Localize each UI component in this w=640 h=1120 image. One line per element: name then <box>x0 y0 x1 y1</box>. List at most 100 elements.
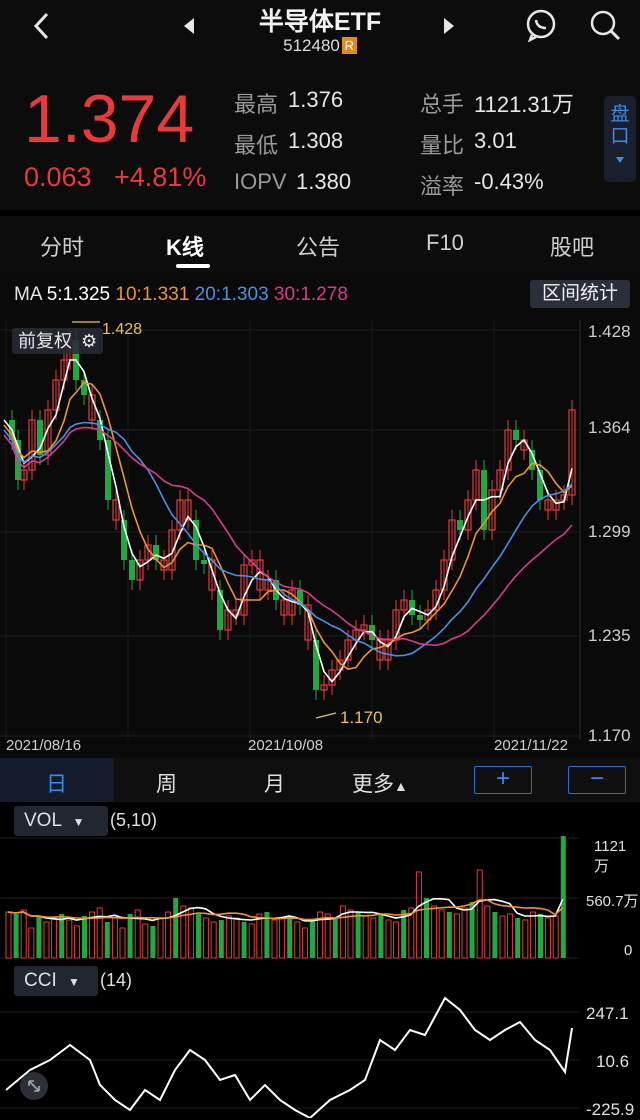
volume-bar <box>111 917 118 959</box>
vol-y-label-3: 0 <box>624 942 633 959</box>
tab-kline[interactable]: K线 <box>166 230 204 262</box>
cci-y-label-2: 10.6 <box>596 1052 630 1071</box>
high-marker-label: 1.428 <box>102 321 143 338</box>
volume-bar <box>180 905 187 959</box>
volume-bar <box>484 905 491 959</box>
volume-label: 总手 <box>420 92 465 117</box>
period-week[interactable]: 周 <box>156 768 177 798</box>
cci-indicator-select[interactable]: CCI ▼ <box>14 966 98 996</box>
volume-bar <box>507 913 514 959</box>
low-value: 1.308 <box>288 128 344 153</box>
next-triangle-icon[interactable] <box>442 16 456 41</box>
volume-bar <box>552 915 559 959</box>
volume-bar <box>453 913 460 959</box>
candle-body <box>129 560 135 580</box>
volume-bar <box>560 836 566 958</box>
volume-bar <box>82 916 87 958</box>
volume-bar <box>370 917 377 959</box>
vol-params: (5,10) <box>110 810 158 830</box>
iopv-label: IOPV <box>234 169 287 194</box>
dropdown-caret-icon <box>616 157 624 163</box>
volume-bar <box>431 905 438 959</box>
volume-bar <box>210 921 217 959</box>
volume-bar <box>150 926 156 958</box>
cci-y-label-3: -225.9 <box>586 1100 635 1119</box>
volume-bar <box>515 918 521 958</box>
tab-intraday[interactable]: 分时 <box>40 230 84 262</box>
volume-bar <box>233 917 240 959</box>
volume-bar <box>393 921 400 959</box>
volume-bar <box>187 907 194 959</box>
cci-params: (14) <box>100 970 133 990</box>
vol-indicator-select[interactable]: VOL ▼ <box>14 806 108 836</box>
security-code-text: 512480 <box>283 36 340 55</box>
volume-bar <box>142 923 149 959</box>
period-day[interactable]: 日 <box>46 768 67 798</box>
kline-date-label-2: 2021/10/08 <box>248 737 324 754</box>
zoom-in-button[interactable]: + <box>474 766 532 794</box>
low-marker-label: 1.170 <box>340 708 383 727</box>
vol-y-label-1: 1121万 <box>594 838 627 875</box>
low-marker <box>315 712 337 719</box>
vol-ma-lines <box>7 897 564 922</box>
tab-bar: 分时 K线 公告 F10 股吧 <box>0 216 640 272</box>
cci-indicator-label: CCI <box>24 970 57 991</box>
volume-bar <box>36 916 42 958</box>
volume-bar <box>13 914 19 958</box>
gear-icon: ⚙ <box>81 331 98 351</box>
low-label: 最低 <box>234 133 279 158</box>
volume-bar <box>301 927 308 959</box>
volume-bar <box>529 911 536 959</box>
zoom-out-button[interactable]: − <box>568 766 626 794</box>
volume-bar <box>173 898 179 958</box>
period-more-label: 更多 <box>352 773 394 796</box>
cci-grid <box>0 1011 580 1109</box>
ratio-label: 量比 <box>420 133 465 158</box>
volume-bar <box>461 907 468 959</box>
tab-announcements[interactable]: 公告 <box>296 230 340 262</box>
volume-bar <box>522 919 529 959</box>
candle-body <box>457 520 463 530</box>
period-bar: 日 周 月 更多▲ + − <box>0 758 640 802</box>
order-book-button[interactable]: 盘口 <box>604 96 636 182</box>
ma20-line <box>3 421 573 657</box>
volume-bar <box>218 920 224 958</box>
period-more[interactable]: 更多▲ <box>352 768 408 798</box>
dropdown-caret-icon: ▼ <box>68 975 80 989</box>
volume-bar <box>271 919 278 959</box>
r-badge: R <box>341 37 357 54</box>
volume-bar <box>438 909 445 959</box>
vol-chart <box>0 836 580 959</box>
iopv-value: 1.380 <box>296 169 352 194</box>
volume-bar <box>279 917 286 959</box>
volume-bar <box>324 913 331 959</box>
period-month[interactable]: 月 <box>264 768 285 798</box>
volume-bar <box>415 871 422 959</box>
candle-body <box>201 560 207 564</box>
adjust-mode-button[interactable]: 前复权 ⚙ <box>12 328 104 354</box>
fullscreen-icon[interactable] <box>20 1072 48 1100</box>
volume-bar <box>476 869 483 959</box>
premium-label: 溢率 <box>420 174 465 199</box>
vol-y-label-2: 560.7万 <box>586 893 639 910</box>
kline-chart <box>0 320 581 740</box>
vol-bars <box>5 836 566 959</box>
ratio-value: 3.01 <box>474 128 517 153</box>
cci-line <box>5 996 573 1118</box>
volume-bar <box>165 911 172 959</box>
kline-y-label-3: 1.299 <box>588 522 631 541</box>
kline-date-label-3: 2021/11/22 <box>494 737 568 754</box>
kline-y-label-1: 1.428 <box>588 322 631 341</box>
volume-bar <box>446 912 452 958</box>
cci-chart <box>0 996 580 1118</box>
volume-bar <box>119 927 126 959</box>
tab-forum[interactable]: 股吧 <box>550 230 594 262</box>
search-icon[interactable] <box>588 8 622 47</box>
volume-bar <box>248 923 255 959</box>
vol-indicator-label: VOL <box>24 810 62 831</box>
volume-bar <box>127 914 133 958</box>
cci-y-label-1: 247.1 <box>586 1004 629 1023</box>
volume-bar <box>66 919 73 959</box>
tab-f10[interactable]: F10 <box>426 230 464 256</box>
chat-bubble-icon[interactable] <box>524 8 558 47</box>
